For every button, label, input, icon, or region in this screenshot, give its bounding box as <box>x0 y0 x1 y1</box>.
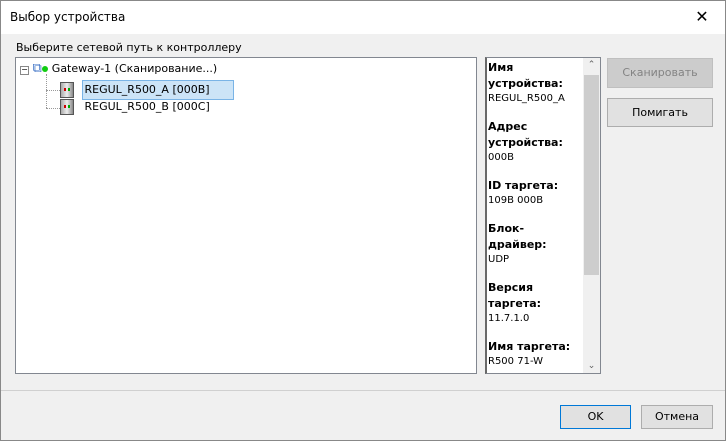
device-label: REGUL_R500_A [000B] <box>81 80 234 100</box>
divider <box>1 390 725 391</box>
info-value: UDP <box>488 254 510 265</box>
scroll-thumb[interactable] <box>584 75 599 275</box>
controller-icon <box>60 99 74 115</box>
network-path-label: Выберите сетевой путь к контроллеру <box>16 41 242 54</box>
info-value: R500 71-W <box>488 356 544 367</box>
device-selection-dialog: Выбор устройства ✕ Выберите сетевой путь… <box>0 0 726 441</box>
scroll-down-icon[interactable]: ⌄ <box>583 361 600 371</box>
device-tree[interactable]: − ⧉ Gateway-1 (Сканирование...) REGUL_R50… <box>15 57 477 374</box>
device-label: REGUL_R500_B [000C] <box>84 100 210 113</box>
info-key: Версия таргета: <box>488 281 542 310</box>
controller-icon <box>60 82 74 98</box>
scrollbar[interactable]: ⌃ ⌄ <box>583 58 600 373</box>
device-info-panel: Имя устройства: REGUL_R500_A Адрес устройс… <box>485 57 601 374</box>
title-bar: Выбор устройства ✕ <box>1 1 725 34</box>
info-key: Имя таргета: <box>488 340 571 353</box>
scan-network-button[interactable]: Сканировать сеть <box>607 58 713 107</box>
scroll-up-icon[interactable]: ⌃ <box>583 60 600 70</box>
cancel-button[interactable]: Отмена <box>641 405 713 429</box>
info-value: 109B 000B <box>488 195 544 206</box>
tree-node-gateway[interactable]: − ⧉ Gateway-1 (Сканирование...) <box>20 60 217 78</box>
info-value: 11.7.1.0 <box>488 313 530 324</box>
close-icon[interactable]: ✕ <box>679 1 725 34</box>
online-status-icon <box>41 66 48 72</box>
blink-button[interactable]: Помигать <box>607 98 713 127</box>
info-key: ID таргета: <box>488 179 559 192</box>
network-icon: ⧉ <box>32 61 42 76</box>
info-key: Адрес устройства: <box>488 120 563 149</box>
collapse-icon[interactable]: − <box>20 66 29 75</box>
gateway-label: Gateway-1 (Сканирование...) <box>51 62 218 75</box>
tree-node-device[interactable]: REGUL_R500_B [000C] <box>60 98 210 116</box>
tree-node-device[interactable]: REGUL_R500_A [000B] <box>60 80 234 100</box>
info-key: Имя устройства: <box>488 61 563 90</box>
info-value: 000B <box>488 152 514 163</box>
info-key: Блок-драйвер: <box>488 222 547 251</box>
ok-button[interactable]: OK <box>560 405 631 429</box>
dialog-title: Выбор устройства <box>10 10 126 24</box>
info-value: REGUL_R500_A <box>488 93 565 104</box>
